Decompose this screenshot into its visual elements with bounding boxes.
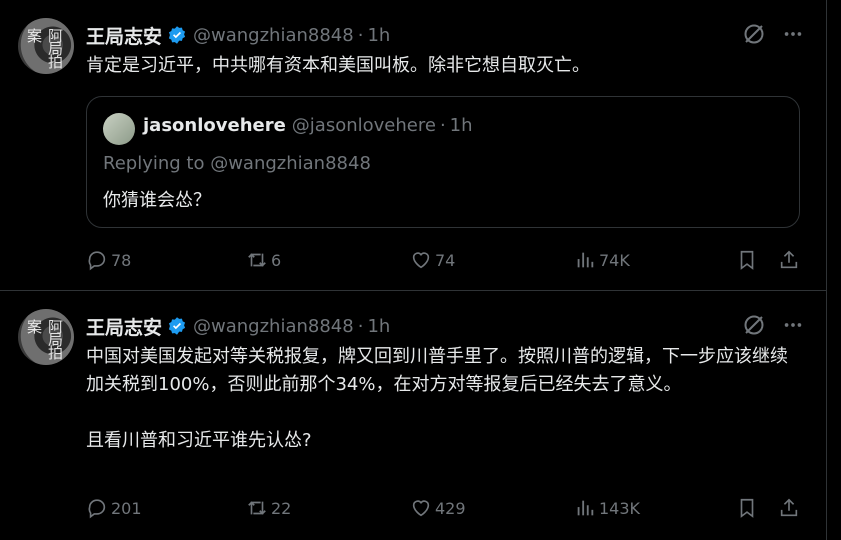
grok-icon[interactable] [742, 313, 766, 337]
reply-button[interactable]: 78 [86, 249, 131, 271]
bookmark-button[interactable] [736, 497, 758, 519]
like-button[interactable]: 74 [410, 249, 455, 271]
post[interactable]: 阿局拍案 王局志安 @wangzhian8848 · 1h 肯定是习近平，中共哪… [0, 0, 826, 291]
post-text: 中国对美国发起对等关税报复，牌又回到川普手里了。按照川普的逻辑，下一步应该继续加… [86, 346, 788, 451]
more-icon[interactable] [782, 314, 804, 336]
reply-icon [88, 251, 106, 271]
avatar[interactable]: 阿局拍案 [18, 309, 74, 365]
views-icon [577, 252, 594, 268]
like-button[interactable]: 429 [410, 497, 466, 519]
post-time[interactable]: 1h [367, 25, 390, 46]
quoted-time: 1h [449, 115, 473, 136]
timeline: 阿局拍案 王局志安 @wangzhian8848 · 1h 肯定是习近平，中共哪… [0, 0, 826, 540]
post-header: 王局志安 @wangzhian8848 · 1h [86, 313, 390, 339]
post-time[interactable]: 1h [367, 316, 390, 337]
quoted-author-handle: @jasonlovehere [291, 115, 436, 136]
quoted-text: 你猜谁会怂？ [103, 190, 211, 211]
like-icon [412, 500, 430, 517]
quoted-avatar [103, 113, 135, 145]
author-handle[interactable]: @wangzhian8848 [193, 25, 354, 46]
post-top-actions [742, 313, 804, 337]
like-count: 74 [435, 250, 456, 270]
bookmark-icon [740, 250, 754, 270]
reply-button[interactable]: 201 [86, 497, 142, 519]
view-count: 74K [599, 250, 630, 270]
separator-dot: · [439, 115, 446, 136]
verified-badge-icon [168, 317, 186, 335]
share-icon [780, 498, 798, 517]
grok-icon[interactable] [742, 22, 766, 46]
repost-count: 6 [271, 250, 282, 270]
share-button[interactable] [778, 497, 800, 519]
repost-button[interactable]: 6 [246, 249, 281, 271]
share-icon [780, 250, 798, 269]
author-name[interactable]: 王局志安 [86, 22, 162, 49]
author-name[interactable]: 王局志安 [86, 313, 162, 340]
view-count: 143K [599, 498, 641, 518]
repost-count: 22 [271, 498, 292, 518]
more-icon[interactable] [782, 23, 804, 45]
repost-icon [248, 501, 266, 515]
action-bar: 201 22 429 143K [86, 493, 806, 523]
bookmark-button[interactable] [736, 249, 758, 271]
repost-icon [248, 253, 266, 267]
avatar-lettering: 阿局拍案 [25, 28, 64, 67]
action-bar: 78 6 74 74K [86, 245, 806, 275]
reply-count: 201 [111, 498, 142, 518]
reply-icon [88, 499, 106, 519]
quoted-header: jasonlovehere @jasonlovehere · 1h [143, 115, 473, 136]
share-button[interactable] [778, 249, 800, 271]
views-button[interactable]: 143K [574, 497, 640, 519]
post-header: 王局志安 @wangzhian8848 · 1h [86, 22, 390, 48]
bookmark-icon [740, 498, 754, 518]
quoted-post[interactable]: jasonlovehere @jasonlovehere · 1h Replyi… [86, 96, 800, 228]
author-handle[interactable]: @wangzhian8848 [193, 316, 354, 337]
reply-count: 78 [111, 250, 132, 270]
like-icon [412, 252, 430, 269]
post[interactable]: 阿局拍案 王局志安 @wangzhian8848 · 1h 中国对美国发起对等关… [0, 291, 826, 540]
replying-to: Replying to @wangzhian8848 [103, 153, 371, 174]
scrollbar[interactable] [826, 0, 841, 540]
separator-dot: · [357, 24, 364, 46]
verified-badge-icon [168, 26, 186, 44]
avatar[interactable]: 阿局拍案 [18, 18, 74, 74]
separator-dot: · [357, 315, 364, 337]
repost-button[interactable]: 22 [246, 497, 291, 519]
views-button[interactable]: 74K [574, 249, 630, 271]
like-count: 429 [435, 498, 466, 518]
post-text: 肯定是习近平，中共哪有资本和美国叫板。除非它想自取灭亡。 [86, 55, 590, 76]
post-top-actions [742, 22, 804, 46]
views-icon [577, 500, 594, 516]
avatar-lettering: 阿局拍案 [25, 319, 64, 358]
quoted-author-name: jasonlovehere [143, 115, 286, 136]
